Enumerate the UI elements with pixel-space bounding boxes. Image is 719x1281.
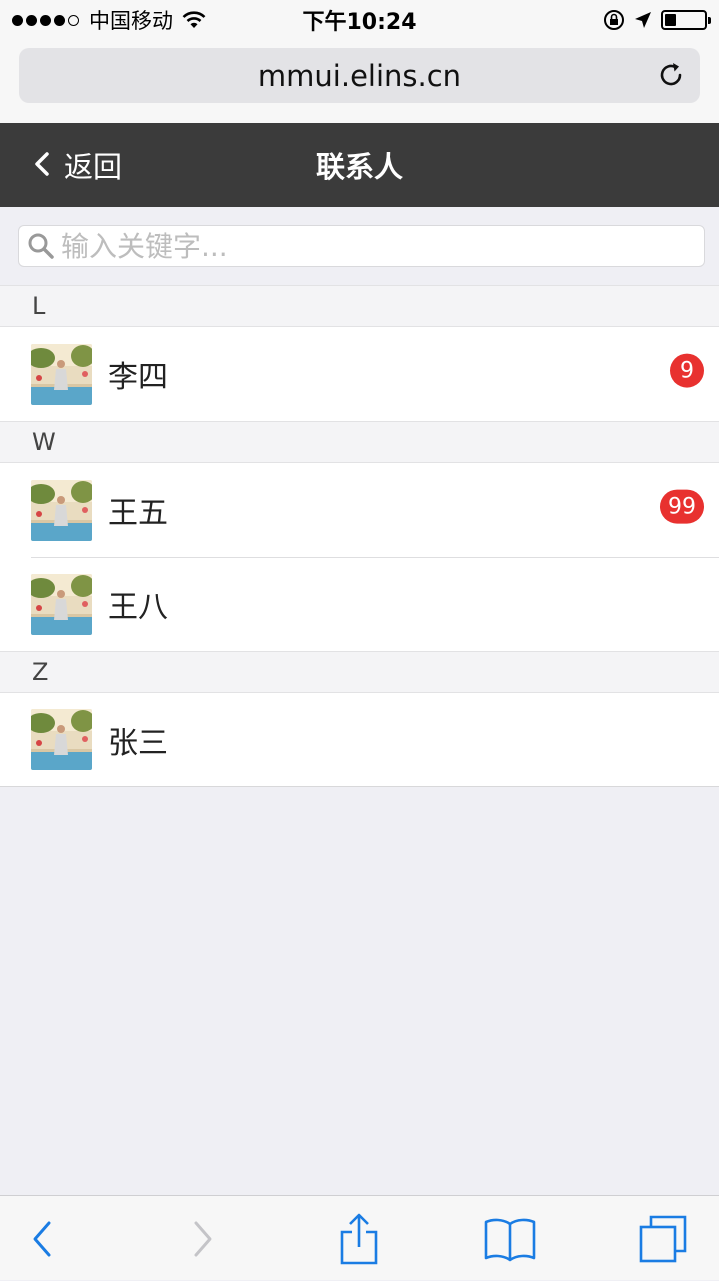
browser-toolbar: [0, 1195, 719, 1280]
toolbar-forward-button[interactable]: [163, 1196, 243, 1281]
contact-row[interactable]: 李四 9: [0, 327, 719, 421]
unread-badge: 99: [660, 489, 704, 524]
wifi-icon: [182, 11, 206, 28]
avatar: [31, 573, 92, 635]
chevron-left-icon: [35, 152, 49, 176]
url-text: mmui.elins.cn: [257, 58, 462, 93]
reload-icon[interactable]: [656, 60, 686, 90]
avatar: [31, 479, 92, 541]
search-box[interactable]: [18, 225, 705, 267]
orientation-lock-icon: [604, 10, 624, 30]
search-icon: [28, 233, 54, 259]
section-header-z: Z: [0, 651, 719, 693]
share-icon: [340, 1213, 378, 1264]
section-header-w: W: [0, 421, 719, 463]
carrier-name: 中国移动: [89, 9, 173, 33]
search-input[interactable]: [61, 229, 681, 263]
section-header-l: L: [0, 285, 719, 327]
back-label: 返回: [64, 150, 123, 184]
location-icon: [635, 12, 651, 28]
back-button[interactable]: 返回: [32, 123, 122, 207]
toolbar-tabs-button[interactable]: [624, 1196, 704, 1281]
contact-row[interactable]: 王八: [0, 557, 719, 651]
unread-badge: 9: [670, 353, 704, 388]
avatar: [31, 343, 92, 405]
toolbar-share-button[interactable]: [319, 1196, 399, 1281]
signal-strength-icon: [12, 14, 79, 26]
toolbar-back-button[interactable]: [2, 1196, 82, 1281]
contact-name: 王五: [108, 496, 168, 531]
search-area: [0, 207, 719, 285]
battery-icon: [661, 10, 711, 30]
tabs-icon: [639, 1215, 687, 1262]
toolbar-bookmarks-button[interactable]: [470, 1196, 550, 1281]
contact-list: L 李四 9 W 王五 99 王八 Z 张三: [0, 285, 719, 787]
contact-name: 李四: [108, 360, 168, 395]
url-field[interactable]: mmui.elins.cn: [19, 48, 700, 103]
forward-arrow-icon: [194, 1221, 212, 1256]
back-arrow-icon: [33, 1221, 51, 1256]
browser-url-area: mmui.elins.cn: [0, 40, 719, 123]
bookmarks-icon: [484, 1218, 536, 1261]
battery-level: [665, 14, 677, 26]
contact-row[interactable]: 王五 99: [0, 463, 719, 557]
status-left: 中国移动: [12, 5, 207, 35]
status-right: [603, 9, 711, 31]
contact-row[interactable]: 张三: [0, 693, 719, 787]
avatar: [31, 709, 92, 770]
nav-bar: 返回 联系人: [0, 123, 719, 207]
contact-name: 张三: [108, 725, 168, 761]
status-bar: 中国移动 下午10:24: [0, 0, 719, 40]
contact-name: 王八: [108, 590, 168, 625]
